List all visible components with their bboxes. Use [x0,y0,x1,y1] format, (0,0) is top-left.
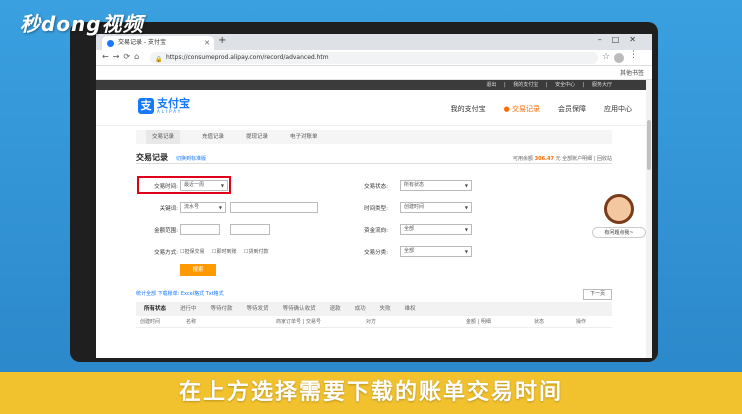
balance-links[interactable]: 元 全部账户明细 | 回收站 [556,156,612,162]
balance-value: 306.47 [534,156,554,162]
col-order: 商家订单号 | 交易号 [276,319,321,325]
next-page-button[interactable]: 下一页 [582,289,612,300]
col-name: 名称 [186,319,197,325]
status-tab-await-ship[interactable]: 等待发货 [247,302,269,316]
col-status: 状态 [534,319,545,325]
col-created: 创建时间 [140,319,161,325]
main-nav: 我的支付宝 ● 交易记录 会员保障 应用中心 [451,104,632,114]
method-instant-label: 即时到账 [216,249,237,255]
video-subtitle: 在上方选择需要下载的账单交易时间 [0,372,742,414]
switch-standard-link[interactable]: 切换到标准版 [176,155,206,162]
col-counterparty: 对方 [366,319,377,325]
export-links[interactable]: 统计全部 下载账单: Excel格式 Txt格式 [136,291,224,297]
category-label: 交易分类: [364,250,388,256]
status-select[interactable]: 所有状态 [400,180,472,191]
url-text: https://consumeprod.alipay.com/record/ad… [166,54,329,61]
scrollbar-thumb[interactable] [647,120,651,170]
nav-records[interactable]: ● 交易记录 [504,104,540,114]
nav-protection[interactable]: 会员保障 [558,104,586,114]
amount-label: 金额范围: [154,228,178,234]
status-tab-failed[interactable]: 失败 [380,302,391,316]
status-tab-refund[interactable]: 退款 [330,302,341,316]
timetype-label: 时间类型: [364,206,388,212]
col-action: 操作 [576,319,587,325]
flow-select[interactable]: 全部 [400,224,472,235]
site-top-links[interactable]: 退出 | 我的支付宝 | 安全中心 | 服务大厅 [486,81,612,88]
method-cod-label: 货到付款 [248,249,269,255]
export-bar: 统计全部 下载账单: Excel格式 Txt格式 下一页 [136,288,612,300]
logo-name: 支付宝 [157,96,190,110]
close-tab-icon[interactable]: ✕ [204,36,210,50]
col-amount: 金额 | 明细 [466,319,491,325]
tab-title: 交易记录 - 支付宝 [118,39,166,46]
amount-min-input[interactable] [180,224,220,235]
nav-my-alipay[interactable]: 我的支付宝 [451,104,486,114]
category-select[interactable]: 全部 [400,246,472,257]
lock-icon: 🔒 [155,56,163,63]
subtab-statement[interactable]: 电子对账单 [290,130,318,144]
status-tab-success[interactable]: 成功 [355,302,366,316]
window-controls[interactable]: –□✕ [598,35,646,44]
status-tab-await-confirm[interactable]: 等待确认收货 [283,302,316,316]
bookmark-star-icon[interactable]: ☆ [602,52,610,62]
assistant-caption: 有问题点我~ [592,227,646,238]
video-watermark: 秒dong视频 [20,12,144,36]
nav-apps[interactable]: 应用中心 [604,104,632,114]
record-header: 交易记录 切换到标准版 可用余额 306.47 元 全部账户明细 | 回收站 [136,150,612,164]
alipay-logo[interactable]: 支 支付宝 ALIPAY [138,98,190,114]
subtab-trade[interactable]: 交易记录 [146,130,181,144]
page-scrollbar[interactable] [646,80,652,358]
record-subtabs: 交易记录 充值记录 提现记录 电子对账单 [136,130,612,144]
status-tab-processing[interactable]: 进行中 [180,302,197,316]
method-escrow-checkbox[interactable]: ☐担保交易 [180,248,205,255]
site-top-strip: 退出 | 我的支付宝 | 安全中心 | 服务大厅 [96,80,652,90]
status-tab-dispute[interactable]: 维权 [405,302,416,316]
method-label: 交易方式: [154,250,178,256]
method-instant-checkbox[interactable]: ☐即时到账 [212,248,237,255]
keyword-input[interactable] [230,202,318,213]
keyword-type-select[interactable]: 流水号 [180,202,226,213]
url-field[interactable]: 🔒 https://consumeprod.alipay.com/record/… [150,52,598,64]
profile-avatar-icon[interactable] [614,53,624,63]
flow-label: 资金流向: [364,228,388,234]
method-cod-checkbox[interactable]: ☐货到付款 [244,248,269,255]
timetype-select[interactable]: 创建时间 [400,202,472,213]
search-form: 交易时间: 最近一周 关键词: 流水号 金额范围: 交易方式: ☐担保交易 ☐即… [136,164,612,276]
amount-max-input[interactable] [230,224,270,235]
assistant-avatar-icon [604,194,634,224]
address-bar-row: ←→⟳⌂ 🔒 https://consumeprod.alipay.com/re… [96,50,652,66]
browser-tab[interactable]: 交易记录 - 支付宝 ✕ [102,36,214,50]
status-tab-await-pay[interactable]: 等待付款 [211,302,233,316]
highlight-box [137,176,231,194]
nav-records-label: 交易记录 [512,105,540,113]
search-button[interactable]: 搜索 [180,264,216,276]
page-title: 交易记录 [136,153,168,162]
balance-info: 可用余额 306.47 元 全部账户明细 | 回收站 [513,155,612,162]
status-tabs: 所有状态 进行中 等待付款 等待发货 等待确认收货 退款 成功 失败 维权 [136,302,612,316]
balance-label: 可用余额 [513,156,534,162]
tab-bar: 交易记录 - 支付宝 ✕ + –□✕ [96,34,652,50]
help-assistant[interactable]: 有问题点我~ [592,194,646,238]
nav-buttons[interactable]: ←→⟳⌂ [102,52,143,61]
table-header: 创建时间 名称 商家订单号 | 交易号 对方 金额 | 明细 状态 操作 [136,316,612,328]
subtab-recharge[interactable]: 充值记录 [202,130,224,144]
alipay-mark-icon: 支 [138,98,154,114]
bookmark-folder[interactable]: 其他书签 [620,68,644,77]
method-escrow-label: 担保交易 [184,249,205,255]
menu-icon[interactable]: ⋮ [629,50,638,60]
status-label: 交易状态: [364,184,388,190]
alipay-favicon-icon [107,40,114,47]
status-tab-all[interactable]: 所有状态 [144,302,166,316]
subtab-withdraw[interactable]: 提现记录 [246,130,268,144]
site-header: 支 支付宝 ALIPAY 我的支付宝 ● 交易记录 会员保障 应用中心 [96,90,652,126]
browser-window: 交易记录 - 支付宝 ✕ + –□✕ ←→⟳⌂ 🔒 https://consum… [96,34,652,358]
bookmarks-bar: 其他书签 [96,66,652,80]
new-tab-icon[interactable]: + [218,35,226,46]
keyword-label: 关键词: [159,206,178,212]
